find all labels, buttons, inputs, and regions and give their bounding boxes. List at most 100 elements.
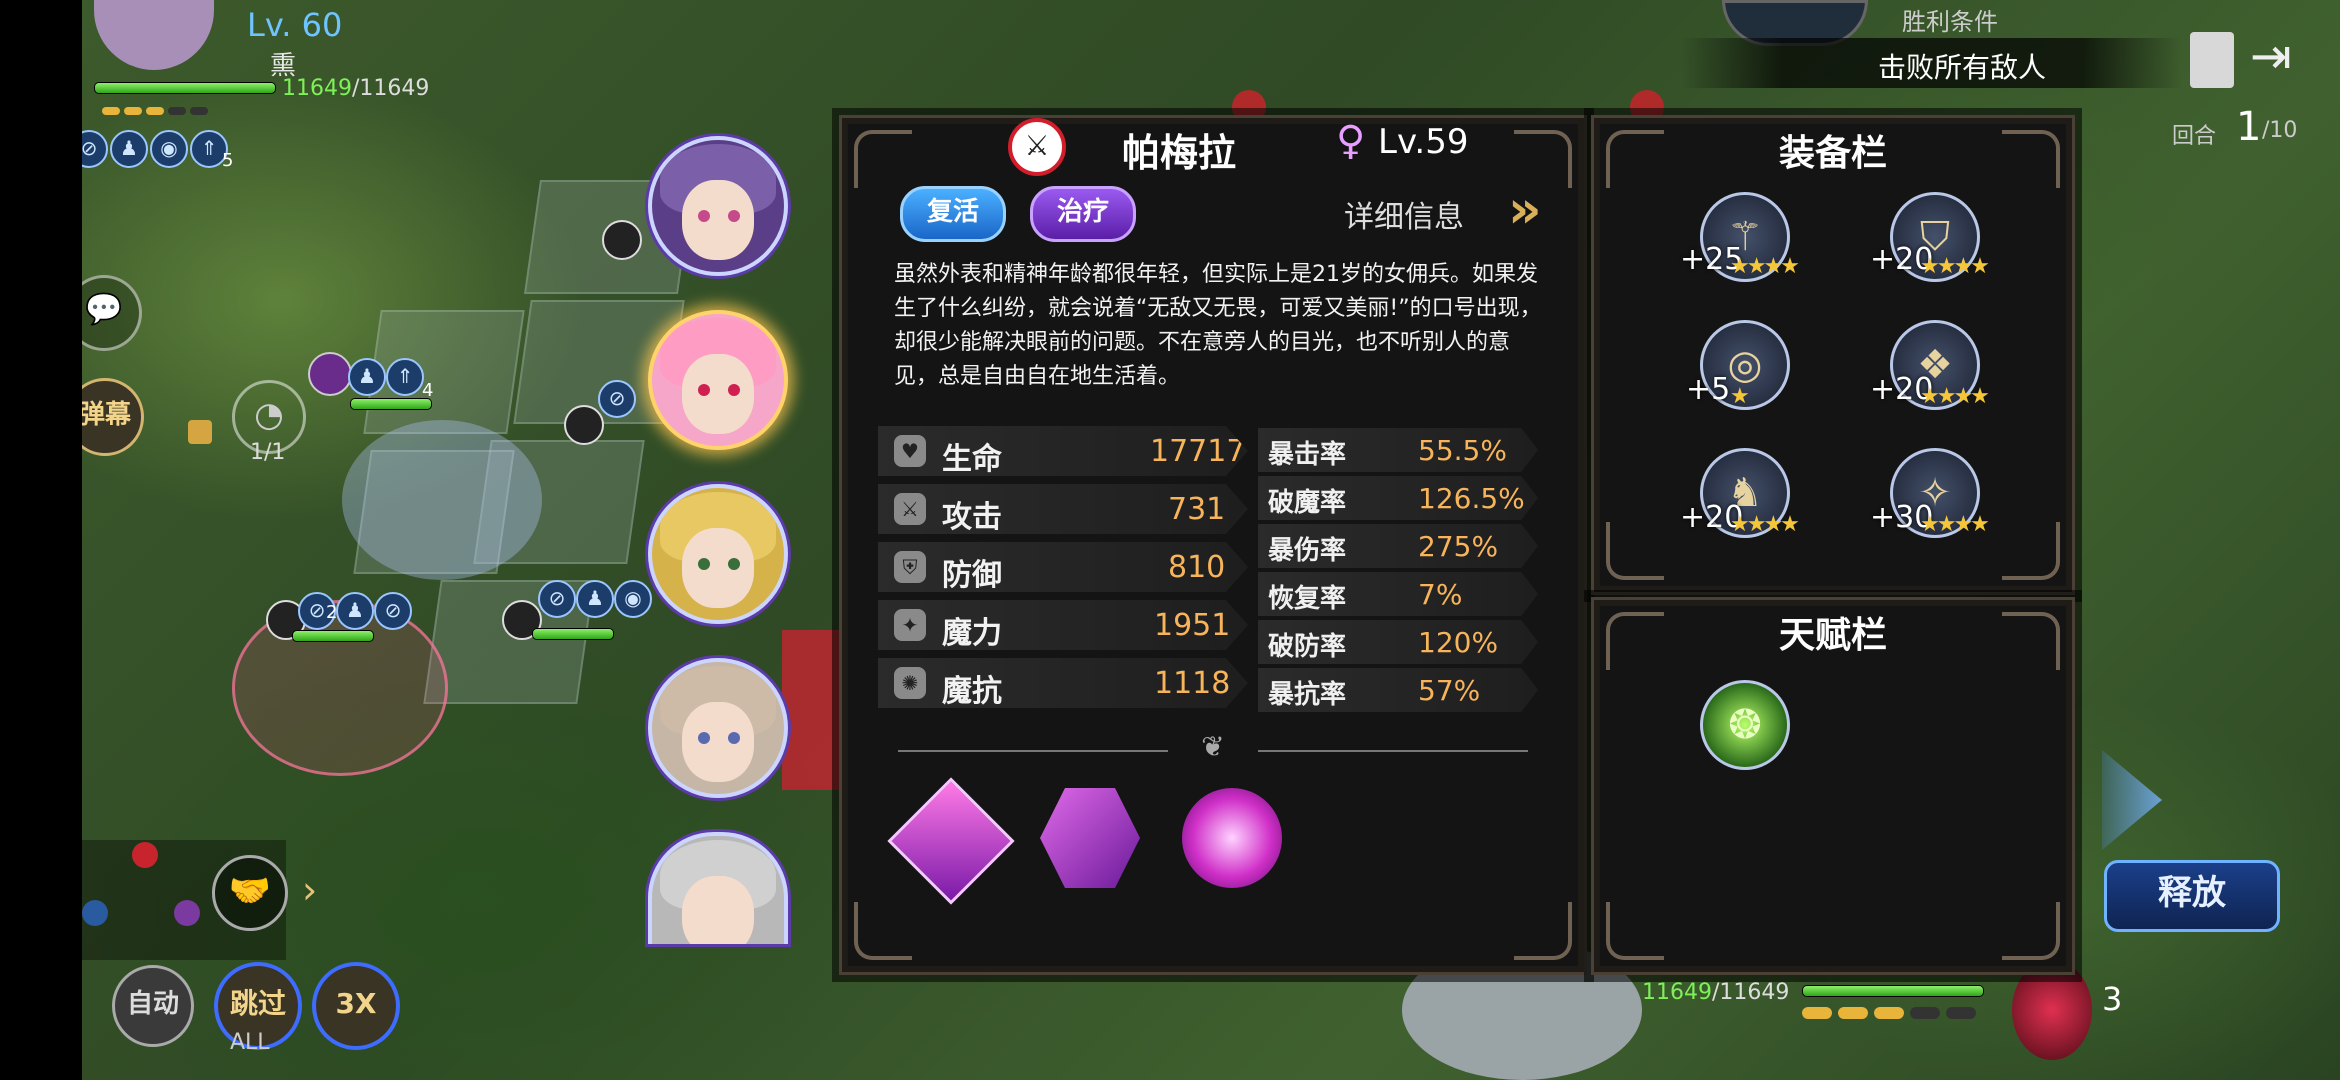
unit-aura [342,420,542,580]
release-button[interactable]: 释放 [2104,860,2280,932]
hero-portrait-pamela[interactable] [648,310,788,450]
detail-info-link[interactable]: 详细信息 [1344,192,1464,236]
divider-ornament: ❦ [1168,730,1258,764]
charge-count: 1/1 [250,440,286,465]
equip-stars: ★★★★ [1730,512,1800,537]
buff-icon[interactable]: ⊘ [598,380,636,418]
scroll-icon[interactable] [2190,32,2234,88]
round-label: 回合 [2172,124,2217,149]
gauge-icon: ◔ [254,395,284,435]
edit-icon[interactable] [188,420,212,444]
equip-stars: ★★★★ [1730,254,1800,279]
frame-ornament [2002,902,2060,960]
rate-row: 恢复率 7% [1258,572,1538,616]
buff-icon[interactable]: ⊘ [82,130,108,168]
unit-hp-bar [532,628,614,640]
frame-ornament [1606,522,1664,580]
unit-class-icon[interactable] [602,220,642,260]
stat-row: ♥ 生命 17717 [878,426,1248,476]
hero-portrait-swordsman[interactable] [648,832,788,944]
stat-value: 17717 [1150,434,1246,469]
buff-icon[interactable]: ♟ [336,592,374,630]
buff-icon[interactable]: ⇑ [386,358,424,396]
magic-resist-icon: ✺ [894,667,926,699]
character-info-panel: ⚔ 帕梅拉 ♀ Lv.59 复活 治疗 详细信息 » 虽然外表和精神年龄都很年轻… [839,115,1587,975]
unit-hp-bar [350,398,432,410]
handshake-icon: 🤝 [228,871,272,911]
player-hp-bar [94,82,276,94]
rate-value: 120% [1418,626,1499,659]
player-level: Lv. 60 [247,6,343,44]
player-energy-pips [102,100,222,115]
skip-all-label: ALL [230,1030,270,1055]
player-avatar[interactable] [94,0,214,70]
tag-heal: 治疗 [1030,186,1136,242]
enemy-range-marker [232,600,448,776]
hero-portrait-kaori[interactable] [648,136,788,276]
unit-buff-count: 4 [422,380,434,401]
skill-dance-icon[interactable] [1034,782,1146,894]
rate-row: 破魔率 126.5% [1258,476,1538,520]
skill-burst-icon[interactable] [1176,782,1288,894]
stat-value: 810 [1168,550,1226,585]
buff-icon[interactable]: ⊘ [538,580,576,618]
equipment-title: 装备栏 [1778,133,1887,174]
equip-stars: ★★★★ [1920,254,1990,279]
unit-class-icon[interactable] [308,352,352,396]
auto-button[interactable]: 自动 [112,965,194,1047]
speed-button[interactable]: 3X [312,962,400,1050]
round-total: /10 [2262,118,2298,143]
ally-energy-pips [1802,1004,2002,1020]
rate-value: 7% [1418,578,1463,611]
frame-ornament [854,902,912,960]
victory-condition: 击败所有敌人 [1878,51,2047,84]
talent-panel: 天赋栏 ❂ [1591,597,2075,975]
hero-portrait-knight[interactable] [648,484,788,624]
stat-row: ✺ 魔抗 1118 [878,658,1248,708]
eye-icon[interactable]: ◉ [614,580,652,618]
chevron-right-icon[interactable]: › [302,868,317,912]
danmaku-button[interactable]: 弹幕 [82,378,144,456]
chat-icon: 💬 [85,292,123,327]
round-current: 1 [2236,104,2262,150]
heart-icon: ♥ [894,435,926,467]
buff-icon[interactable]: ⊘ [374,592,412,630]
danger-zone [782,630,842,790]
archer-class-icon [174,900,200,926]
frame-ornament [1514,902,1572,960]
hero-portrait-girl[interactable] [648,658,788,798]
chevron-right-icon[interactable]: » [1508,180,1542,240]
equip-stars: ★ [1730,384,1750,409]
player-hp-text: 11649/11649 [282,76,430,101]
ally-hp-bar [1802,985,1984,997]
ultimate-skill-icon[interactable] [2012,960,2092,1060]
equip-stars: ★★★★ [1920,384,1990,409]
rate-row: 暴伤率 275% [1258,524,1538,568]
eye-icon[interactable]: ◉ [150,130,188,168]
talent-slot[interactable]: ❂ [1700,680,1790,770]
buff-icon[interactable]: ♟ [348,358,386,396]
frame-ornament [854,130,912,188]
skill-slash-icon[interactable] [887,777,1015,905]
female-icon: ♀ [1336,118,1366,164]
buff-icon[interactable]: ♟ [110,130,148,168]
shield-icon: ⛨ [894,551,926,583]
sword-class-icon [132,842,158,868]
stat-value: 1118 [1154,666,1231,701]
equip-plus: +5 [1686,372,1731,407]
buff-icon[interactable]: ♟ [576,580,614,618]
handshake-button[interactable]: 🤝 [212,855,288,931]
equipment-panel: 装备栏 ⚚ +25 ★★★★ ⛉ +20 ★★★★ ◎ +5 ★ ❖ +20 ★… [1591,115,2075,595]
arrow-decoration [2102,750,2162,850]
hero-name: 帕梅拉 [1122,131,1237,175]
exit-icon[interactable]: ⇥ [2250,28,2306,84]
mage-class-icon [82,900,108,926]
unit-class-icon[interactable] [564,405,604,445]
ally-count: 3 [2102,980,2123,1018]
rate-value: 126.5% [1418,482,1525,515]
chat-button[interactable]: 💬 [82,275,142,351]
rate-row: 暴击率 55.5% [1258,428,1538,472]
stat-row: ⛨ 防御 810 [878,542,1248,592]
ally-hp-text: 11649/11649 [1642,980,1790,1005]
stat-value: 731 [1168,492,1226,527]
